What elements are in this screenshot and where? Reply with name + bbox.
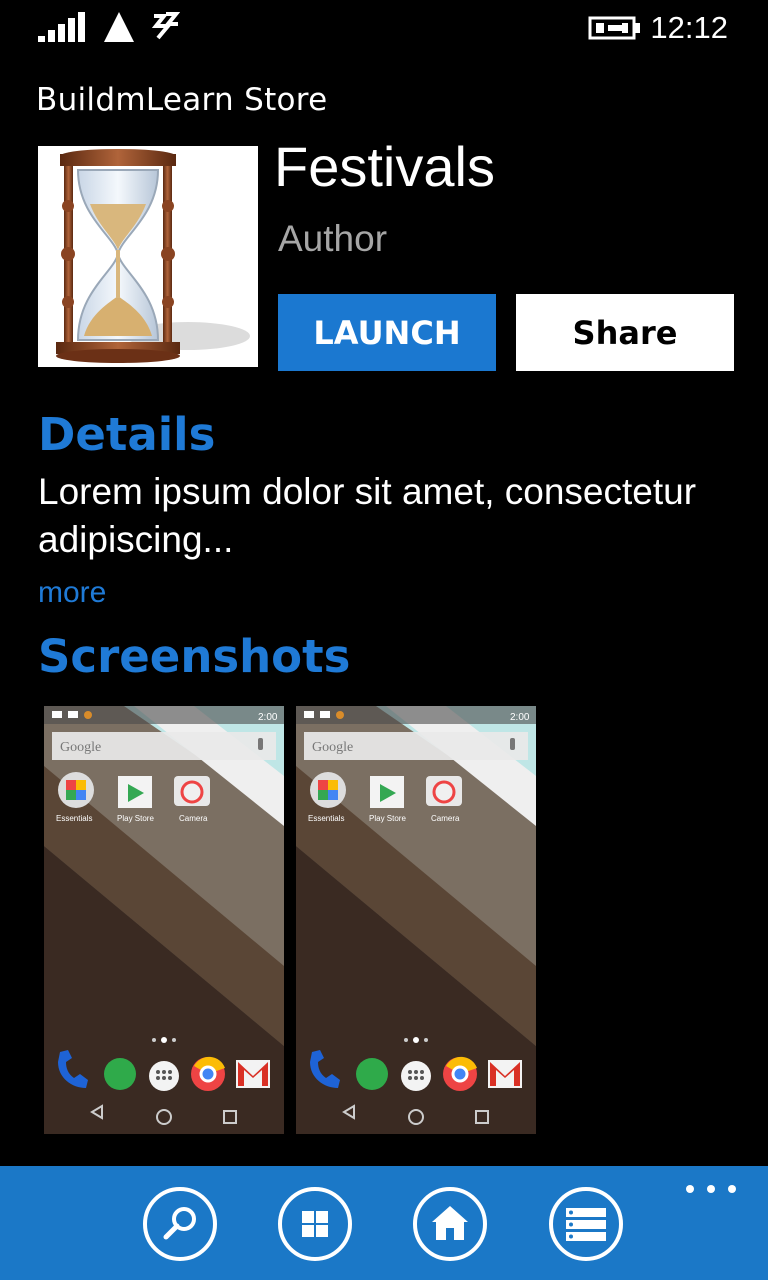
screenshots-heading: Screenshots — [38, 630, 351, 683]
details-heading: Details — [38, 408, 216, 461]
screenshot-app-label: Camera — [179, 814, 208, 823]
signal-strength-icon — [38, 12, 85, 42]
apps-grid-icon[interactable] — [277, 1186, 353, 1262]
app-bar — [0, 1166, 768, 1280]
screenshot-app-label: Essentials — [56, 814, 92, 823]
screenshot-search-text: Google — [60, 740, 101, 755]
wifi-icon — [151, 12, 180, 40]
more-link[interactable]: more — [38, 576, 106, 610]
app-author[interactable]: Author — [278, 218, 387, 260]
details-text: Lorem ipsum dolor sit amet, consectetur … — [38, 471, 697, 560]
screenshot-thumbnail[interactable]: 2:00 Google Essentials Play Store Camera — [44, 706, 284, 1134]
hourglass-icon — [38, 146, 258, 367]
screenshot-search-text: Google — [312, 740, 353, 755]
share-button[interactable]: Share — [516, 294, 734, 371]
launch-button[interactable]: LAUNCH — [278, 294, 496, 371]
data-connection-icon — [104, 12, 134, 42]
screenshot-app-label: Camera — [431, 814, 460, 823]
screenshot-status-time: 2:00 — [510, 712, 530, 723]
screenshot-app-label: Play Store — [369, 814, 406, 823]
page-title: BuildmLearn Store — [36, 82, 328, 118]
search-icon[interactable] — [142, 1186, 218, 1262]
screenshot-app-label: Essentials — [308, 814, 344, 823]
screenshot-app-label: Play Store — [117, 814, 154, 823]
app-name: Festivals — [274, 135, 495, 198]
list-icon[interactable] — [548, 1186, 624, 1262]
screenshot-status-time: 2:00 — [258, 712, 278, 723]
battery-charging-icon — [588, 16, 640, 40]
screenshot-thumbnail[interactable]: 2:00 Google Essentials Play Store Camera — [296, 706, 536, 1134]
more-ellipsis-icon[interactable] — [686, 1176, 736, 1202]
home-icon[interactable] — [412, 1186, 488, 1262]
status-bar: 12:12 — [0, 0, 768, 56]
status-clock: 12:12 — [650, 10, 728, 45]
